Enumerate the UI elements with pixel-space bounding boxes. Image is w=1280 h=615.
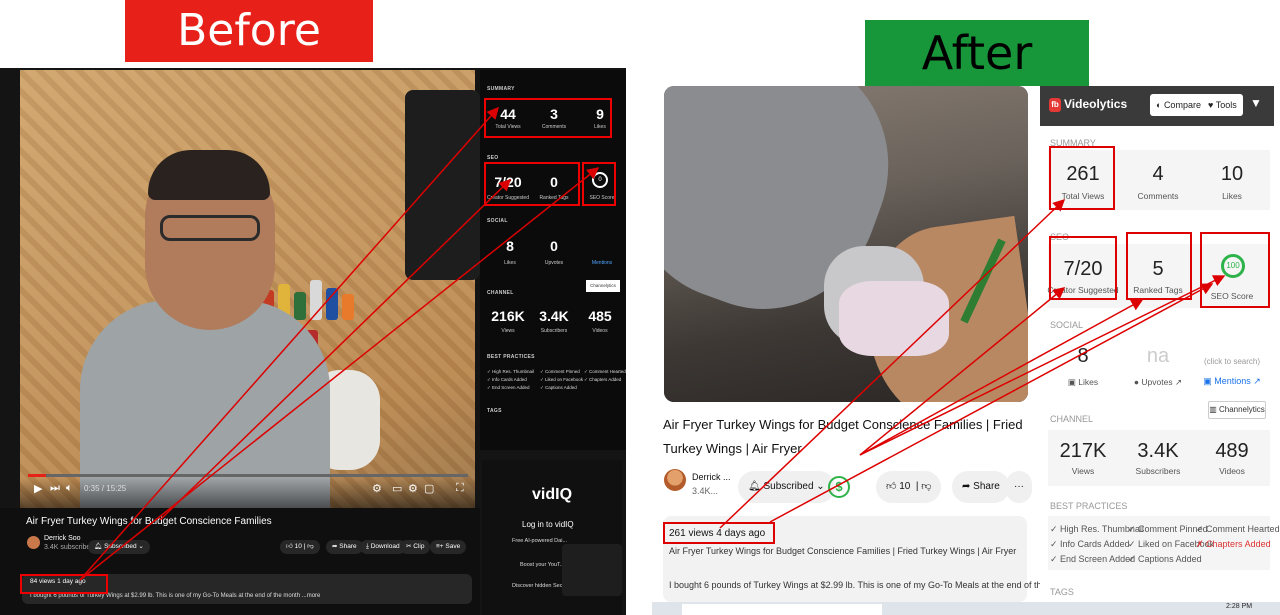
- annotation-arrows: [79, 106, 1226, 581]
- arrow-after-views-to-seo: [769, 283, 1214, 523]
- arrow-before-views-to-total: [79, 106, 499, 581]
- arrow-after-title-to-ranked: [859, 299, 1144, 456]
- arrow-after-views-to-total: [719, 198, 1066, 529]
- arrow-after-title-to-seo: [859, 275, 1226, 456]
- arrow-before-seo-to-title: [159, 178, 512, 521]
- arrow-after-title-to-creator: [859, 287, 1066, 456]
- arrow-before-views-to-seo: [79, 167, 600, 581]
